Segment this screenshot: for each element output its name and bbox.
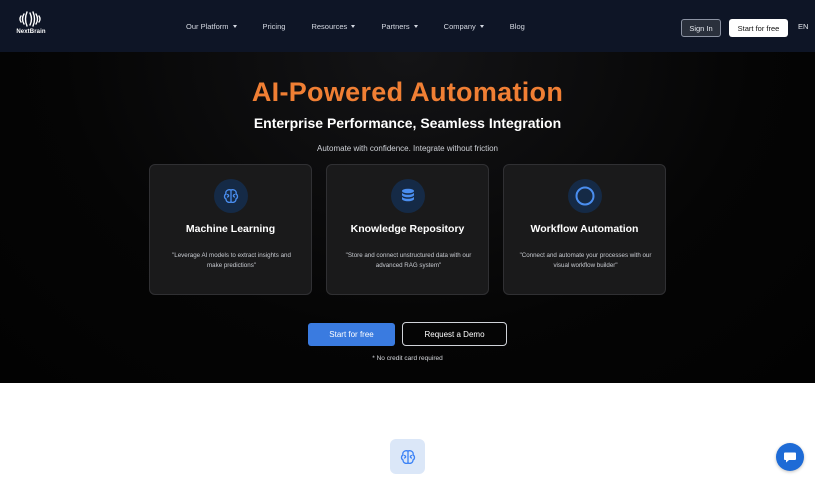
brand-name: NextBrain — [16, 29, 46, 35]
brand-waves-icon — [19, 11, 41, 27]
card-description: "Leverage AI models to extract insights … — [172, 252, 291, 269]
logo[interactable]: NextBrain — [14, 10, 48, 40]
nav-item-resources[interactable]: Resources — [311, 21, 356, 31]
no-credit-card-note: * No credit card required — [372, 355, 443, 362]
card-description: "Store and connect unstructured data wit… — [345, 252, 472, 269]
chevron-down-icon — [413, 24, 418, 28]
nav-item-label: Pricing — [262, 21, 286, 31]
card-title: Knowledge Repository — [350, 223, 465, 235]
hero-subtitle: Enterprise Performance, Seamless Integra… — [253, 115, 562, 131]
nav-item-label: Blog — [509, 21, 525, 31]
top-nav: NextBrain Our Platform Pricing Resources… — [0, 0, 815, 52]
nav-item-label: Partners — [381, 21, 410, 31]
nav-item-our-platform[interactable]: Our Platform — [186, 22, 237, 31]
nav-item-label: Our Platform — [186, 21, 229, 31]
brain-icon — [214, 179, 248, 213]
feature-card-workflow-automation[interactable]: Workflow Automation "Connect and automat… — [503, 164, 666, 295]
start-for-free-nav-button[interactable]: Start for free — [729, 19, 788, 37]
chevron-down-icon — [479, 24, 484, 28]
feature-card-machine-learning[interactable]: Machine Learning "Leverage AI models to … — [149, 164, 312, 295]
language-selector[interactable]: EN — [798, 22, 808, 31]
chevron-down-icon — [232, 24, 237, 28]
card-title: Workflow Automation — [530, 223, 639, 235]
nav-item-company[interactable]: Company — [444, 22, 484, 31]
database-icon — [391, 179, 425, 213]
chevron-down-icon — [351, 24, 356, 28]
sign-in-button[interactable]: Sign In — [681, 19, 721, 37]
nav-item-label: Resources — [311, 21, 348, 31]
card-description: "Connect and automate your processes wit… — [519, 252, 652, 269]
nav-item-partners[interactable]: Partners — [381, 21, 418, 31]
circle-icon — [568, 179, 602, 213]
hero-tagline: Automate with confidence. Integrate with… — [317, 144, 498, 153]
hero-section: AI-Powered Automation Enterprise Perform… — [0, 52, 815, 383]
feature-card-knowledge-repository[interactable]: Knowledge Repository "Store and connect … — [326, 164, 489, 295]
chat-widget-button[interactable] — [776, 443, 804, 471]
nav-item-label: Company — [443, 21, 476, 31]
start-for-free-button[interactable]: Start for free — [308, 323, 395, 346]
chat-icon — [784, 452, 796, 463]
hero-title: AI-Powered Automation — [251, 77, 564, 107]
nav-menu: Our Platform Pricing Resources Partners … — [186, 0, 551, 52]
card-title: Machine Learning — [185, 223, 276, 235]
nav-item-blog[interactable]: Blog — [510, 22, 525, 31]
nav-item-pricing[interactable]: Pricing — [263, 22, 286, 31]
brain-icon — [390, 439, 425, 474]
request-demo-button[interactable]: Request a Demo — [402, 322, 507, 346]
